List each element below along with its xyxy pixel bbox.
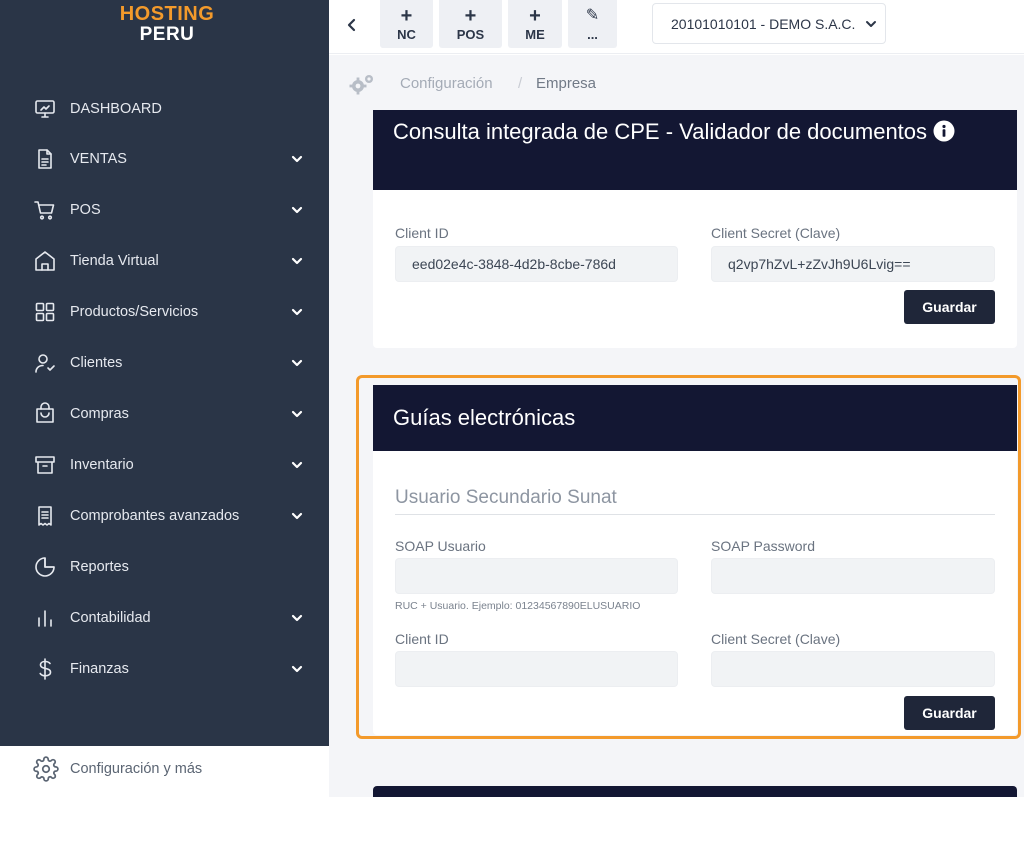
sidebar-item-inventario[interactable]: Inventario [0,445,329,485]
grid-icon [35,302,55,322]
sidebar-item-finanzas[interactable]: Finanzas [0,649,329,689]
archive-icon [35,456,55,474]
breadcrumb-separator: / [518,75,523,92]
sidebar-item-comprobantes-avanzados[interactable]: Comprobantes avanzados [0,496,329,536]
sidebar-item-ventas[interactable]: VENTAS [0,139,329,179]
sidebar-item-label: Reportes [70,559,129,575]
quick-nc-button[interactable]: + NC [380,0,433,48]
plus-icon: + [464,4,477,27]
sidebar-item-label: Comprobantes avanzados [70,508,240,524]
sidebar-item-compras[interactable]: Compras [0,394,329,434]
cart-icon [34,201,55,220]
chevron-down-icon [291,410,303,418]
chevron-down-icon [291,308,303,316]
store-icon [35,251,55,271]
guias-card-title: Guías electrónicas [393,405,576,430]
sidebar-item-configuracion[interactable]: Configuración y más [0,748,329,790]
chevron-left-icon [347,18,356,32]
sidebar-item-label: POS [70,202,101,218]
sidebar-item-label: Tienda Virtual [70,253,159,269]
sidebar-item-label: Clientes [70,355,123,371]
gears-icon [349,75,373,95]
quick-me-label: ME [525,26,545,42]
quick-edit-button[interactable]: ✎ ... [568,0,617,48]
shopping-bag-icon [36,402,54,423]
document-icon [38,149,52,169]
soap-password-input[interactable] [711,558,995,594]
sidebar-item-label: Productos/Servicios [70,304,199,320]
soap-user-hint: RUC + Usuario. Ejemplo: 01234567890ELUSU… [395,600,641,612]
info-icon[interactable] [933,120,955,142]
cpe-client-secret-input[interactable] [711,246,995,282]
sidebar-item-label: Inventario [70,457,134,473]
company-select[interactable]: 20101010101 - DEMO S.A.C. [652,3,886,44]
sidebar-item-pos[interactable]: POS [0,190,329,230]
bar-chart-icon [38,610,52,627]
cpe-card-title: Consulta integrada de CPE - Validador de… [393,118,1013,145]
guias-card-header: Guías electrónicas [373,385,1017,451]
sidebar-item-contabilidad[interactable]: Contabilidad [0,598,329,638]
chevron-down-icon [291,359,303,367]
sidebar-item-reportes[interactable]: Reportes [0,547,329,587]
user-check-icon [35,354,55,373]
sidebar-item-clientes[interactable]: Clientes [0,343,329,383]
chevron-down-icon [291,206,303,214]
collapse-sidebar-button[interactable] [340,10,364,40]
chevron-down-icon [291,665,303,673]
plus-icon: + [529,4,541,27]
cpe-client-id-input[interactable] [395,246,678,282]
sidebar-item-label: Configuración y más [70,761,203,777]
next-card-header [373,786,1017,797]
quick-nc-label: NC [397,26,416,42]
quick-pos-button[interactable]: + POS [439,0,502,48]
guias-client-id-label: Client ID [395,631,449,647]
chevron-down-icon [291,155,303,163]
sidebar-item-label: Compras [70,406,129,422]
quick-me-button[interactable]: + ME [508,0,562,48]
sidebar-item-tienda-virtual[interactable]: Tienda Virtual [0,241,329,281]
quick-pos-label: POS [456,26,485,42]
plus-icon: + [400,4,413,27]
sidebar-item-label: DASHBOARD [70,101,162,117]
quick-more-label: ... [587,26,598,42]
sidebar: HOSTING PERU DASHBOARD VENTAS POS Tienda Vi… [0,0,329,746]
sidebar-item-label: VENTAS [70,151,127,167]
cpe-card-title-text: Consulta integrada de CPE - Validador de… [393,119,928,144]
gear-icon [33,756,59,782]
chevron-down-icon [866,21,876,27]
monitor-icon [35,100,55,118]
sidebar-item-label: Contabilidad [70,610,151,626]
soap-user-input[interactable] [395,558,678,594]
pie-chart-icon [35,557,55,577]
chevron-down-icon [291,614,303,622]
pencil-icon: ✎ [585,6,600,24]
sidebar-item-productos-servicios[interactable]: Productos/Servicios [0,292,329,332]
brand-line2: PERU [139,24,195,45]
sidebar-item-dashboard[interactable]: DASHBOARD [0,89,329,129]
dollar-icon [39,658,52,680]
soap-user-label: SOAP Usuario [395,538,486,554]
chevron-down-icon [291,257,303,265]
guias-client-id-input[interactable] [395,651,678,687]
chevron-down-icon [291,512,303,520]
guias-client-secret-input[interactable] [711,651,995,687]
brand-line1: HOSTING [119,3,215,25]
breadcrumb-parent[interactable]: Configuración [400,75,493,92]
cpe-client-id-label: Client ID [395,225,449,241]
guias-client-secret-label: Client Secret (Clave) [711,631,841,647]
brand-logo[interactable]: HOSTING PERU [112,4,222,44]
section-subtitle: Usuario Secundario Sunat [395,487,617,508]
section-divider [395,514,995,515]
sidebar-item-label: Finanzas [70,661,129,677]
breadcrumb-current: Empresa [536,75,597,92]
guias-save-button[interactable]: Guardar [904,696,995,730]
cpe-save-button[interactable]: Guardar [904,290,995,324]
cpe-card-header: Consulta integrada de CPE - Validador de… [373,110,1017,190]
soap-password-label: SOAP Password [711,538,816,554]
company-select-value: 20101010101 - DEMO S.A.C. [671,15,856,32]
chevron-down-icon [291,461,303,469]
receipt-icon [38,506,52,526]
breadcrumb: Configuración / Empresa [348,70,596,98]
cpe-client-secret-label: Client Secret (Clave) [711,225,841,241]
